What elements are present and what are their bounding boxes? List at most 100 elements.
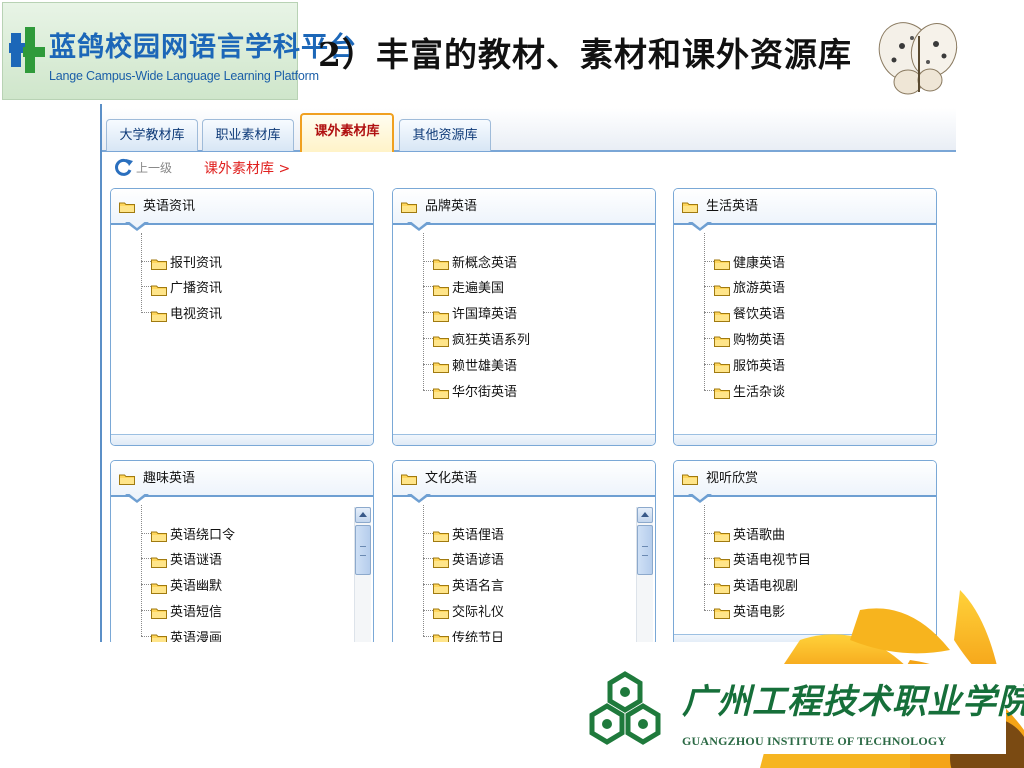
- folder-icon: [401, 470, 417, 485]
- folder-item-label: 英语谚语: [452, 553, 505, 569]
- panel-scrollbar[interactable]: [636, 507, 653, 642]
- college-name-en: GUANGZHOU INSTITUTE OF TECHNOLOGY: [682, 734, 947, 748]
- folder-item[interactable]: 许国璋英语: [423, 303, 517, 323]
- folder-panel-header[interactable]: 英语资讯: [111, 189, 373, 231]
- folder-item-label: 健康英语: [733, 255, 786, 271]
- tab-vocational-materials[interactable]: 职业素材库: [202, 119, 294, 151]
- folder-icon: [682, 198, 698, 213]
- folder-panel-header[interactable]: 趣味英语: [111, 461, 373, 503]
- folder-item[interactable]: 广播资讯: [141, 277, 222, 297]
- folder-item-label: 旅游英语: [733, 281, 786, 297]
- folder-panel-header[interactable]: 视听欣赏: [674, 461, 936, 503]
- folder-icon: [151, 630, 167, 642]
- folder-icon: [714, 527, 730, 542]
- folder-item-label: 英语幽默: [170, 579, 223, 595]
- folder-icon: [119, 198, 135, 213]
- folder-item[interactable]: 餐饮英语: [704, 303, 785, 323]
- folder-item[interactable]: 英语俚语: [423, 523, 504, 543]
- folder-item-label: 购物英语: [733, 332, 786, 348]
- folder-icon: [433, 384, 449, 399]
- folder-item-label: 报刊资讯: [170, 255, 223, 271]
- folder-panel-footer: [111, 434, 373, 445]
- folder-item-label: 交际礼仪: [452, 604, 505, 620]
- folder-item[interactable]: 旅游英语: [704, 277, 785, 297]
- folder-icon: [433, 630, 449, 642]
- tab-other-resources[interactable]: 其他资源库: [399, 119, 491, 151]
- folder-panel-title: 文化英语: [425, 471, 478, 486]
- folder-item-label: 英语歌曲: [733, 527, 786, 543]
- folder-panel-header[interactable]: 品牌英语: [393, 189, 655, 231]
- folder-item-label: 传统节日: [452, 630, 505, 642]
- scroll-up-icon[interactable]: [637, 507, 653, 523]
- folder-item[interactable]: 英语歌曲: [704, 523, 785, 543]
- folder-item-label: 疯狂英语系列: [452, 332, 531, 348]
- refresh-icon: [115, 158, 133, 176]
- tab-extracurricular-materials[interactable]: 课外素材库: [300, 113, 394, 152]
- folder-item[interactable]: 传统节日: [423, 626, 504, 642]
- folder-panel-header[interactable]: 文化英语: [393, 461, 655, 503]
- folder-item[interactable]: 疯狂英语系列: [423, 328, 530, 348]
- butterfly-icon: [878, 22, 958, 95]
- folder-icon: [151, 281, 167, 296]
- folder-item-label: 走遍美国: [452, 281, 505, 297]
- folder-item[interactable]: 购物英语: [704, 328, 785, 348]
- folder-item[interactable]: 走遍美国: [423, 277, 504, 297]
- folder-item-label: 新概念英语: [452, 255, 518, 271]
- folder-item[interactable]: 英语短信: [141, 600, 222, 620]
- folder-item[interactable]: 英语谜语: [141, 549, 222, 569]
- folder-item[interactable]: 服饰英语: [704, 354, 785, 374]
- folder-item[interactable]: 交际礼仪: [423, 600, 504, 620]
- folder-item-label: 电视资讯: [170, 307, 223, 323]
- folder-icon: [433, 358, 449, 374]
- folder-item[interactable]: 报刊资讯: [141, 251, 222, 271]
- scroll-thumb[interactable]: [637, 525, 653, 575]
- scroll-up-icon[interactable]: [355, 507, 371, 523]
- tab-university-textbooks[interactable]: 大学教材库: [106, 119, 198, 151]
- folder-item-label: 英语谜语: [170, 553, 223, 569]
- folder-icon: [151, 255, 167, 270]
- folder-icon: [714, 307, 730, 322]
- folder-item[interactable]: 英语绕口令: [141, 523, 235, 543]
- folder-item[interactable]: 英语幽默: [141, 575, 222, 595]
- folder-item[interactable]: 英语漫画: [141, 626, 222, 642]
- folder-icon: [714, 358, 730, 374]
- folder-panel: 文化英语英语俚语英语谚语英语名言交际礼仪传统节日: [392, 460, 656, 642]
- folder-panel-header[interactable]: 生活英语: [674, 189, 936, 231]
- folder-icon: [682, 470, 698, 485]
- folder-item-label: 英语绕口令: [170, 527, 236, 543]
- folder-icon: [151, 553, 167, 568]
- folder-panel: 品牌英语新概念英语走遍美国许国璋英语疯狂英语系列 赖世雄美语华尔街英语: [392, 188, 656, 446]
- folder-panel: 趣味英语英语绕口令英语谜语英语幽默英语短信英语漫画: [110, 460, 374, 642]
- folder-icon: [714, 384, 730, 399]
- folder-item-label: 英语电视节目: [733, 553, 812, 569]
- slide-title: 2）丰富的教材、素材和课外资源库: [318, 35, 852, 74]
- folder-icon: [714, 579, 730, 594]
- folder-item-label: 赖世雄美语: [452, 358, 518, 374]
- panel-scrollbar[interactable]: [354, 507, 371, 642]
- folder-icon: [151, 307, 167, 322]
- folder-panel-title: 趣味英语: [143, 471, 196, 486]
- nav-bar: 上一级 课外素材库 >: [102, 152, 956, 182]
- folder-panel: 生活英语健康英语旅游英语餐饮英语购物英语服饰英语生活杂谈: [673, 188, 937, 446]
- folder-item[interactable]: 生活杂谈: [704, 380, 785, 400]
- breadcrumb[interactable]: 课外素材库 >: [204, 158, 290, 178]
- college-name-cn: 广州工程技术职业学院: [682, 682, 1024, 722]
- folder-item-label: 英语俚语: [452, 527, 505, 543]
- folder-item[interactable]: 英语谚语: [423, 549, 504, 569]
- folder-item[interactable]: 华尔街英语: [423, 380, 517, 400]
- folder-item[interactable]: 赖世雄美语: [423, 354, 517, 374]
- folder-icon: [433, 604, 449, 620]
- folder-item[interactable]: 英语名言: [423, 575, 504, 595]
- folder-item[interactable]: 新概念英语: [423, 251, 517, 271]
- folder-icon: [119, 470, 135, 485]
- back-button[interactable]: 上一级: [114, 156, 172, 178]
- folder-item-label: 英语短信: [170, 604, 223, 620]
- folder-item[interactable]: 健康英语: [704, 251, 785, 271]
- college-logo: 广州工程技术职业学院 GUANGZHOU INSTITUTE OF TECHNO…: [584, 664, 1024, 754]
- folder-item[interactable]: 电视资讯: [141, 303, 222, 323]
- folder-item-label: 广播资讯: [170, 281, 223, 297]
- scroll-thumb[interactable]: [355, 525, 371, 575]
- folder-icon: [433, 527, 449, 542]
- folder-item[interactable]: 英语电视节目: [704, 549, 811, 569]
- folder-icon: [714, 604, 730, 620]
